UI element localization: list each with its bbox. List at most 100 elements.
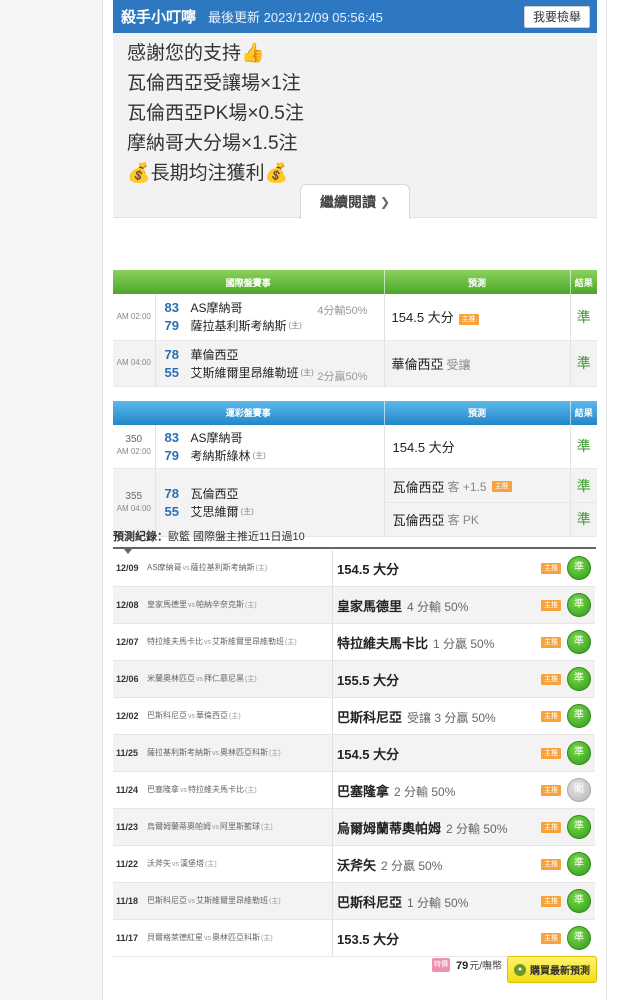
result-line: 準 [571,470,597,503]
result-correct-icon: 準 [567,815,591,839]
record-list: 12/09 AS摩納哥vs薩拉基利斯考納斯(主) 154.5 大分 主推準 12/08 皇… [113,550,595,957]
record-away: 薩拉基利斯考納斯 [147,748,211,757]
record-pred-sub: 2 分贏 50% [381,858,443,873]
intl-match-row[interactable]: AM 04:00 78 華倫西亞 55 艾斯維爾里昂維勒班 (主) 2分贏50% 華倫西亞 受讓… [113,340,598,387]
result-correct-icon: 準 [567,630,591,654]
team-number: 78 [164,346,179,362]
handicap-result: 4分輸50% [317,305,368,317]
intl-header-result: 結果 [570,270,598,294]
message-line: 瓦倫西亞PK場×0.5注 [127,103,304,124]
main-pick-badge: 主推 [541,784,561,796]
record-away: 烏爾姆蘭蒂奧帕姆 [147,822,211,831]
record-row[interactable]: 12/02 巴斯科尼亞vs華倫西亞(主) 巴斯科尼亞 受讓 3 分贏 50% 主推準 [113,698,595,735]
record-host: (主) [245,676,257,683]
lottery-match-row[interactable]: 350 AM 02:00 83 AS摩納哥 79 考納斯綠林 (主) 154.5 大分 準 [113,424,598,469]
prediction-sub: 受讓 [446,357,471,372]
record-match: 巴斯科尼亞vs艾斯維爾里昂維勒班(主) [147,883,333,919]
result-correct-icon: 準 [567,556,591,580]
record-prediction: 皇家馬德里 4 分輸 50% [333,596,541,615]
main-pick-badge: 主推 [541,562,561,574]
lottery-prediction-table: 運彩盤賽事 預測 結果 350 AM 02:00 83 AS摩納哥 79 考納斯綠林 (主)… [113,400,598,537]
record-pred-text: 巴斯科尼亞 [337,894,403,910]
record-row[interactable]: 12/09 AS摩納哥vs薩拉基利斯考納斯(主) 154.5 大分 主推準 [113,550,595,587]
record-away: 米蘭奧林匹亞 [147,674,195,683]
result-text: 準 [576,308,591,325]
team-name[interactable]: 艾斯維爾里昂維勒班 [191,364,299,381]
team-name[interactable]: AS摩納哥 [191,429,243,446]
match-time-text: AM 04:00 [116,358,151,367]
record-vs: vs [188,713,195,720]
prediction-cell: 154.5 大分 [384,424,571,469]
team-number: 55 [164,504,179,519]
match-time-text: AM 04:00 [116,503,151,513]
record-row[interactable]: 11/18 巴斯科尼亞vs艾斯維爾里昂維勒班(主) 巴斯科尼亞 1 分輸 50% 主推準 [113,883,595,920]
record-vs: vs [212,824,219,831]
intl-prediction-table: 國際盤賽事 預測 結果 AM 02:00 83 AS摩納哥 79 薩拉基利斯考納斯 (主)… [113,270,598,387]
result-text: 準 [576,478,591,494]
record-row[interactable]: 11/17 貝爾格萊德紅星vs奧林匹亞科斯(主) 153.5 大分 主推準 [113,920,595,957]
team-name[interactable]: 考納斯綠林 [191,447,251,464]
host-tag: (主) [288,321,302,331]
record-row[interactable]: 12/06 米蘭奧林匹亞vs拜仁慕尼黑(主) 155.5 大分 主推準 [113,661,595,698]
report-button[interactable]: 我要檢舉 [523,6,590,28]
record-date: 12/02 [116,711,139,721]
team-name[interactable]: AS摩納哥 [191,299,243,316]
team-number: 78 [164,486,179,501]
record-away: 特拉維夫馬卡比 [147,637,203,646]
match-time: 355 AM 04:00 [113,468,156,537]
intl-header-match: 國際盤賽事 [113,270,385,294]
match-time-text: AM 02:00 [116,447,151,457]
record-divider [113,547,596,549]
record-row[interactable]: 12/08 皇家馬德里vs帕納辛奈克斯(主) 皇家馬德里 4 分輸 50% 主推準 [113,587,595,624]
record-host: (主) [269,750,281,757]
record-pred-sub: 1 分贏 50% [433,636,495,651]
team-name[interactable]: 薩拉基利斯考納斯 [191,317,287,334]
record-away: 皇家馬德里 [147,600,187,609]
buy-latest-label: 購買最新預測 [530,966,590,977]
record-pred-sub: 2 分輸 50% [394,784,456,799]
main-panel: 殺手小叮嚀 最後更新 2023/12/09 05:56:45 我要檢舉 感謝您的… [113,0,598,537]
buy-latest-button[interactable]: ● 購買最新預測 [507,956,597,983]
record-row[interactable]: 11/23 烏爾姆蘭蒂奧帕姆vs阿里斯籃球(主) 烏爾姆蘭蒂奧帕姆 2 分輸 50% 主… [113,809,595,846]
record-row[interactable]: 12/07 特拉維夫馬卡比vs艾斯維爾里昂維勒班(主) 特拉維夫馬卡比 1 分贏 50… [113,624,595,661]
lottery-header-pred: 預測 [384,400,571,425]
team-name[interactable]: 艾思維爾 [191,503,239,520]
result-text: 準 [576,511,591,527]
prediction-cell: 華倫西亞 受讓 [384,340,571,387]
result-correct-icon: 準 [567,741,591,765]
main-pick-badge: 主推 [541,747,561,759]
lottery-match-row[interactable]: 355 AM 04:00 78 瓦倫西亞 55 艾思維爾 (主) 瓦倫西亞客 +1.5 主推 瓦倫… [113,468,598,537]
record-match: 烏爾姆蘭蒂奧帕姆vs阿里斯籃球(主) [147,809,333,845]
main-pick-badge: 主推 [458,314,479,326]
record-pred-sub: 2 分輸 50% [446,821,508,836]
match-time: AM 04:00 [113,340,156,387]
match-teams: 78 華倫西亞 55 艾斯維爾里昂維勒班 (主) 2分贏50% [155,340,385,387]
record-pred-text: 皇家馬德里 [337,598,403,614]
intl-match-row[interactable]: AM 02:00 83 AS摩納哥 79 薩拉基利斯考納斯 (主) 4分輸50% 154.5 … [113,294,598,341]
prediction-sub: 客 PK [447,512,479,527]
record-row[interactable]: 11/24 巴塞隆拿vs特拉維夫馬卡比(主) 巴塞隆拿 2 分輸 50% 主推闖 [113,772,595,809]
cart-icon: ● [514,963,526,976]
left-margin [0,0,103,1000]
record-date: 11/18 [116,896,139,906]
expert-name[interactable]: 殺手小叮嚀 [121,6,196,27]
team-name[interactable]: 華倫西亞 [191,346,239,363]
main-pick-badge: 主推 [541,710,561,722]
record-host: (主) [245,602,257,609]
record-away: 巴塞隆拿 [147,785,179,794]
record-vs: vs [204,639,211,646]
message-lines: 感謝您的支持👍 瓦倫西亞受讓場×1注 瓦倫西亞PK場×0.5注 摩納哥大分場×1.5注… [113,33,597,189]
record-row[interactable]: 11/22 沃斧矢vs漢堡塔(主) 沃斧矢 2 分贏 50% 主推準 [113,846,595,883]
prediction-text: 華倫西亞 [391,356,444,372]
read-more-button[interactable]: 繼續閱讀 ❯ [300,184,410,219]
record-row[interactable]: 11/25 薩拉基利斯考納斯vs奧林匹亞科斯(主) 154.5 大分 主推準 [113,735,595,772]
record-vs: vs [204,935,211,942]
record-match: 皇家馬德里vs帕納辛奈克斯(主) [147,587,333,623]
result-line: 準 [572,503,597,535]
record-host: (主) [229,713,241,720]
coin-icon: 特價 [432,957,450,972]
team-name[interactable]: 瓦倫西亞 [191,485,239,502]
team-home: 79 薩拉基利斯考納斯 (主) [165,317,383,335]
record-date: 11/22 [116,859,139,869]
record-prediction: 烏爾姆蘭蒂奧帕姆 2 分輸 50% [333,818,541,837]
